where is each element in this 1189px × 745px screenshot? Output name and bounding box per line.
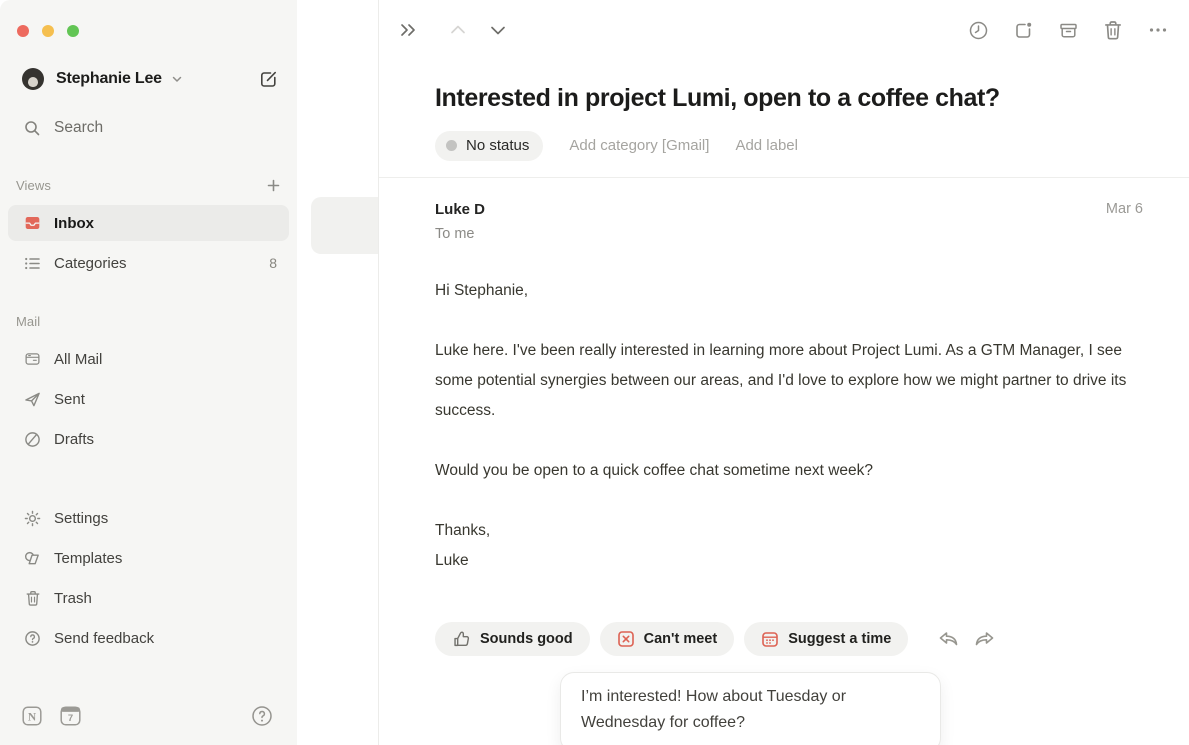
quick-reply-sounds-good[interactable]: Sounds good xyxy=(435,622,590,656)
notion-logo-icon[interactable]: N xyxy=(22,706,42,726)
sidebar-item-categories[interactable]: Categories 8 xyxy=(8,245,289,281)
message-header: Luke D To me Mar 6 xyxy=(435,200,1143,242)
message-date: Mar 6 xyxy=(1106,200,1143,242)
sidebar-item-drafts[interactable]: Drafts xyxy=(8,421,289,457)
search-placeholder: Search xyxy=(54,119,103,137)
calendar-app-icon[interactable]: 7 xyxy=(60,706,81,726)
forward-icon[interactable] xyxy=(973,629,996,650)
search-icon xyxy=(24,120,41,137)
sidebar-item-label: Drafts xyxy=(54,431,94,448)
body-signoff: Thanks,Luke xyxy=(435,516,1143,576)
quick-reply-suggest-time[interactable]: Suggest a time xyxy=(744,622,908,656)
sidebar-item-label: Sent xyxy=(54,391,85,408)
mail-header-label: Mail xyxy=(16,314,40,329)
views-header-label: Views xyxy=(16,178,51,193)
app-window: Stephanie Lee Search Views Inbox xyxy=(0,0,1189,745)
zoom-window-button[interactable] xyxy=(67,25,79,37)
body-paragraph: Would you be open to a quick coffee chat… xyxy=(435,456,1143,486)
send-icon xyxy=(24,391,41,408)
calendar-icon xyxy=(761,630,779,648)
sidebar-footer: N 7 xyxy=(0,700,297,745)
email-subject: Interested in project Lumi, open to a co… xyxy=(435,83,1143,114)
quick-reply-label: Suggest a time xyxy=(788,631,891,647)
sidebar: Stephanie Lee Search Views Inbox xyxy=(0,0,297,745)
categories-icon xyxy=(24,255,41,272)
reply-icon[interactable] xyxy=(937,629,960,650)
selected-mail-list-item[interactable] xyxy=(311,197,378,254)
suggested-reply-card[interactable]: I’m interested! How about Tuesday or Wed… xyxy=(560,672,941,745)
views-section-header: Views xyxy=(16,171,281,199)
email-pane: Interested in project Lumi, open to a co… xyxy=(379,0,1189,745)
sidebar-item-templates[interactable]: Templates xyxy=(8,540,289,576)
sidebar-item-label: Categories xyxy=(54,255,127,272)
sidebar-item-label: Inbox xyxy=(54,215,94,232)
svg-text:N: N xyxy=(28,711,37,723)
categories-count: 8 xyxy=(269,255,277,271)
chevron-down-icon xyxy=(171,73,183,85)
minimize-window-button[interactable] xyxy=(42,25,54,37)
status-label: No status xyxy=(466,137,529,154)
status-dot-icon xyxy=(446,140,457,151)
x-square-icon xyxy=(617,630,635,648)
thumbs-up-icon xyxy=(452,630,471,649)
all-mail-icon xyxy=(24,350,41,368)
search-input[interactable]: Search xyxy=(24,112,281,144)
close-window-button[interactable] xyxy=(17,25,29,37)
svg-text:7: 7 xyxy=(68,713,73,724)
body-paragraph: Luke here. I've been really interested i… xyxy=(435,336,1143,426)
quick-reply-cant-meet[interactable]: Can't meet xyxy=(600,622,735,656)
status-chip[interactable]: No status xyxy=(435,131,543,161)
sidebar-item-label: Trash xyxy=(54,590,92,607)
sidebar-item-label: Templates xyxy=(54,550,122,567)
sender-name: Luke D xyxy=(435,200,485,219)
help-button[interactable] xyxy=(251,705,273,727)
mail-section-header: Mail xyxy=(16,307,281,335)
sidebar-item-label: Settings xyxy=(54,510,108,527)
window-controls xyxy=(0,0,297,37)
recipient-line[interactable]: To me xyxy=(435,226,485,242)
sidebar-item-label: Send feedback xyxy=(54,630,154,647)
user-name: Stephanie Lee xyxy=(56,70,162,88)
quick-reply-label: Sounds good xyxy=(480,631,573,647)
sidebar-item-send-feedback[interactable]: Send feedback xyxy=(8,620,289,656)
email-content: Interested in project Lumi, open to a co… xyxy=(379,0,1189,656)
avatar xyxy=(22,68,44,90)
collapsed-mail-list xyxy=(297,0,378,745)
sender-block: Luke D To me xyxy=(435,200,485,242)
sidebar-item-sent[interactable]: Sent xyxy=(8,381,289,417)
add-view-button[interactable] xyxy=(266,178,281,193)
email-meta-chips: No status Add category [Gmail] Add label xyxy=(435,130,1143,161)
sidebar-item-trash[interactable]: Trash xyxy=(8,580,289,616)
suggested-reply-text: I’m interested! How about Tuesday or Wed… xyxy=(581,684,920,735)
quick-reply-row: Sounds good Can't meet Suggest a time xyxy=(435,622,1143,656)
sidebar-item-all-mail[interactable]: All Mail xyxy=(8,341,289,377)
drafts-icon xyxy=(24,431,41,448)
message-body: Hi Stephanie, Luke here. I've been reall… xyxy=(435,276,1143,576)
account-switcher[interactable]: Stephanie Lee xyxy=(22,63,281,95)
question-circle-icon xyxy=(24,630,41,647)
inbox-icon xyxy=(24,214,41,232)
compose-button[interactable] xyxy=(255,66,281,92)
sidebar-item-settings[interactable]: Settings xyxy=(8,500,289,536)
gear-icon xyxy=(24,510,41,527)
quick-reply-label: Can't meet xyxy=(644,631,718,647)
body-greeting: Hi Stephanie, xyxy=(435,276,1143,306)
sidebar-item-inbox[interactable]: Inbox xyxy=(8,205,289,241)
sidebar-item-label: All Mail xyxy=(54,351,102,368)
add-category-button[interactable]: Add category [Gmail] xyxy=(569,137,709,154)
templates-icon xyxy=(24,550,41,567)
add-label-button[interactable]: Add label xyxy=(735,137,798,154)
reply-forward-group xyxy=(937,629,996,650)
trash-icon xyxy=(24,590,41,607)
